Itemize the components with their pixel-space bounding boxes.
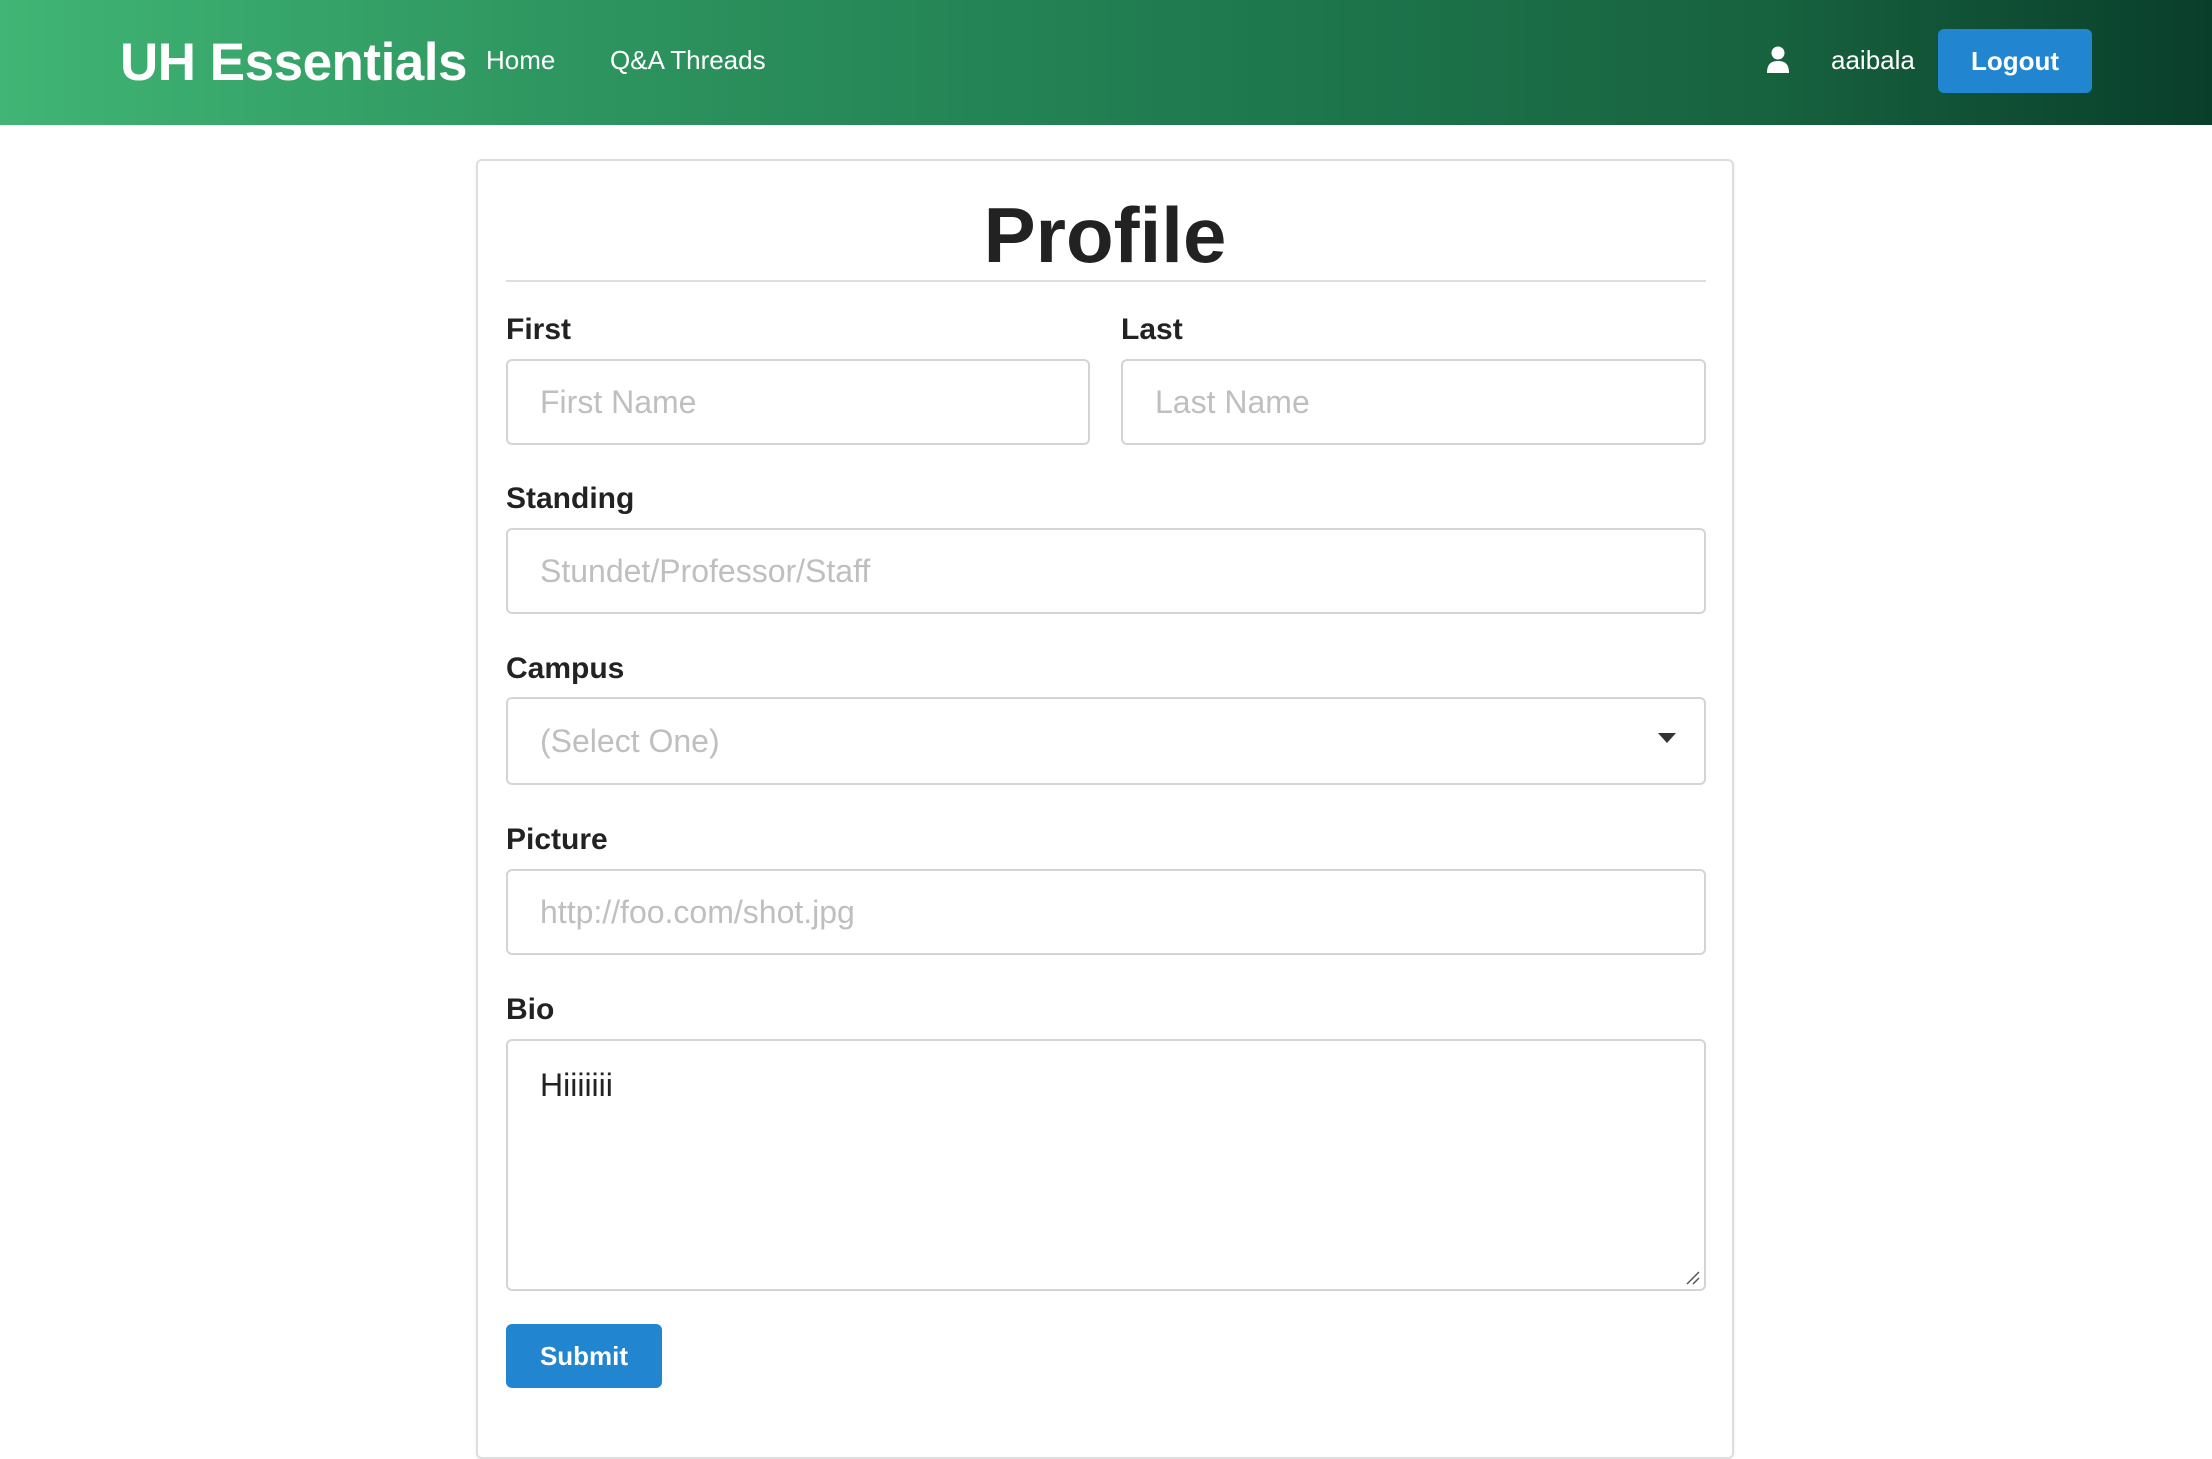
bio-label: Bio [506, 993, 555, 1026]
bio-textarea[interactable]: Hiiiiiii [506, 1039, 1706, 1291]
brand-logo[interactable]: UH Essentials [120, 28, 467, 98]
picture-url-input[interactable] [506, 869, 1706, 955]
resize-grip-icon[interactable] [1684, 1269, 1700, 1285]
nav-link-qa-threads[interactable]: Q&A Threads [610, 40, 766, 80]
submit-button[interactable]: Submit [506, 1324, 662, 1388]
picture-label: Picture [506, 823, 608, 856]
username-label[interactable]: aaibala [1831, 40, 1915, 80]
last-name-label: Last [1121, 313, 1183, 346]
standing-label: Standing [506, 482, 635, 515]
profile-form-card: Profile First Last Standing Campus (Sele… [476, 159, 1734, 1459]
logout-button[interactable]: Logout [1938, 29, 2092, 93]
dropdown-icon [1658, 733, 1676, 743]
title-divider [506, 280, 1706, 282]
campus-select-value: (Select One) [540, 723, 720, 759]
user-icon [1767, 46, 1789, 73]
first-name-input[interactable] [506, 359, 1090, 445]
page-title: Profile [983, 191, 1227, 279]
campus-select[interactable]: (Select One) [506, 697, 1706, 785]
top-navbar: UH Essentials Home Q&A Threads aaibala L… [0, 0, 2212, 125]
first-name-label: First [506, 313, 572, 346]
nav-link-home[interactable]: Home [486, 40, 555, 80]
standing-input[interactable] [506, 528, 1706, 614]
campus-label: Campus [506, 652, 625, 685]
last-name-input[interactable] [1121, 359, 1706, 445]
